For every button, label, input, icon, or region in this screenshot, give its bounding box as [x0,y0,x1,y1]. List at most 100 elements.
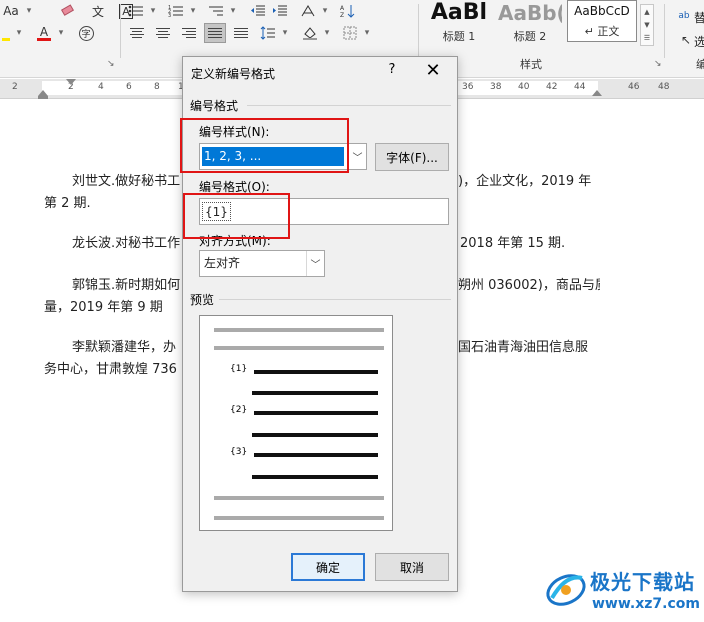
align-center-button[interactable] [152,23,174,43]
preview-number-label: {2} [230,405,248,415]
line-spacing-icon[interactable] [258,23,278,43]
style-heading-1[interactable]: AaBl 标题 1 [426,0,492,44]
preview-pane: {1} {2} {3} [199,315,393,531]
editing-group-label: 编 [696,58,704,71]
preview-line [214,496,384,500]
chevron-down-icon[interactable]: ▾ [148,1,158,21]
paragraph-text: 第 2 期. [44,196,91,211]
preview-number-label: {1} [230,364,248,374]
annotation-highlight-box [180,118,349,173]
ruler-number: 36 [462,82,474,92]
justify-button[interactable] [204,23,226,43]
chevron-down-icon[interactable]: ▾ [362,23,372,43]
chevron-down-icon[interactable]: ▾ [24,1,34,21]
chevron-down-icon[interactable]: ▾ [228,1,238,21]
paragraph-text: 刘世文.做好秘书工 [72,174,181,189]
bullets-icon[interactable] [126,1,146,21]
help-icon[interactable]: ? [384,62,400,77]
ribbon-divider [664,4,665,58]
section-divider [219,299,451,300]
chevron-down-icon[interactable]: ▾ [322,23,332,43]
borders-icon[interactable] [340,23,360,43]
chevron-down-icon[interactable]: ▾ [56,23,66,43]
increase-indent-icon[interactable] [270,1,290,21]
decrease-indent-icon[interactable] [248,1,268,21]
preview-number-label: {3} [230,447,248,457]
distributed-button[interactable] [230,23,252,43]
multilevel-list-icon[interactable] [206,1,226,21]
number-format-section-title: 编号格式 [190,99,239,113]
shading-icon[interactable] [300,23,320,43]
style-heading-2[interactable]: AaBb( 标题 2 [498,0,562,44]
phonetic-guide-icon[interactable]: 文 [88,1,108,21]
ruler-number: 44 [574,82,586,92]
reference-paragraph-2-tail: 2018 年第 15 期. [460,232,600,256]
ruler-number: 8 [154,82,160,92]
styles-group-label: 样式 [520,58,542,71]
text-highlight-icon[interactable] [0,23,12,43]
down-arrow-icon[interactable]: ▼ [644,21,649,29]
preview-line [254,453,378,457]
up-arrow-icon[interactable]: ▲ [644,8,649,16]
ribbon-divider [120,4,121,58]
section-divider [247,105,451,106]
chevron-down-icon[interactable]: ▾ [188,1,198,21]
ruler-number: 42 [546,82,558,92]
preview-line [254,370,378,374]
replace-label[interactable]: 替 [694,9,704,26]
preview-line [214,328,384,332]
cancel-button[interactable]: 取消 [375,553,449,581]
align-right-button[interactable] [178,23,200,43]
chevron-down-icon[interactable]: ﹀ [348,144,366,169]
select-label[interactable]: 选 [694,33,704,50]
style-normal[interactable]: AaBbCcD ↵ 正文 [567,0,637,42]
right-indent-marker[interactable] [592,90,602,96]
paragraph-text: 量，2019 年第 9 期 [44,300,163,315]
ok-button[interactable]: 确定 [291,553,365,581]
watermark-url: www.xz7.com [592,596,700,612]
ruler-number: 2 [12,82,18,92]
select-cursor-icon[interactable]: ↖ [676,30,696,50]
more-icon[interactable]: ☰ [644,34,650,42]
sort-icon[interactable]: AZ [338,1,358,21]
change-case-icon[interactable]: Aa [0,1,22,21]
chevron-down-icon[interactable]: ▾ [320,1,330,21]
chevron-down-icon[interactable]: ▾ [14,23,24,43]
chevron-down-icon[interactable]: ﹀ [306,251,324,276]
paragraph-text: 国石油青海油田信息服 [458,340,589,355]
reference-paragraph-1-tail: )，企业文化，2019 年 [458,170,600,194]
left-indent-marker[interactable] [38,96,48,99]
alignment-select[interactable]: 左对齐 ﹀ [199,250,325,277]
chevron-down-icon[interactable]: ▾ [280,23,290,43]
paragraph-text: 2018 年第 15 期. [460,236,566,251]
annotation-highlight-box [183,193,290,239]
ribbon-divider [418,4,419,58]
first-line-indent-marker[interactable] [66,79,76,85]
paragraph-text: )，企业文化，2019 年 [458,174,592,189]
font-dialog-launcher-icon[interactable]: ↘ [107,59,115,69]
clear-formatting-icon[interactable] [58,1,78,21]
alignment-value: 左对齐 [204,256,241,270]
styles-gallery-scroll[interactable]: ▲ ▼ ☰ [640,4,654,46]
ruler-number: 4 [98,82,104,92]
replace-icon[interactable]: ab [674,6,694,26]
watermark-title: 极光下载站 [590,570,695,594]
font-button[interactable]: 字体(F)... [375,143,449,171]
ruler-number: 48 [658,82,670,92]
paragraph-text: 朔州 036002)，商品与质 [458,278,600,293]
svg-text:A: A [340,5,345,12]
close-icon[interactable]: ✕ [424,60,442,81]
paragraph-text: 郭锦玉.新时期如何 [72,278,181,293]
enclose-characters-icon[interactable]: 字 [76,23,96,43]
numbering-icon[interactable]: 123 [166,1,186,21]
ruler-number: 46 [628,82,640,92]
align-left-button[interactable] [126,23,148,43]
font-color-icon[interactable]: A [34,23,54,43]
styles-dialog-launcher-icon[interactable]: ↘ [654,59,662,69]
preview-line [214,346,384,350]
svg-text:Z: Z [340,12,344,18]
paragraph-text: 务中心，甘肃敦煌 736 [44,362,177,377]
reference-paragraph-3-tail: 朔州 036002)，商品与质 [458,274,600,298]
ruler-number: 38 [490,82,502,92]
chinese-layout-icon[interactable] [298,1,318,21]
